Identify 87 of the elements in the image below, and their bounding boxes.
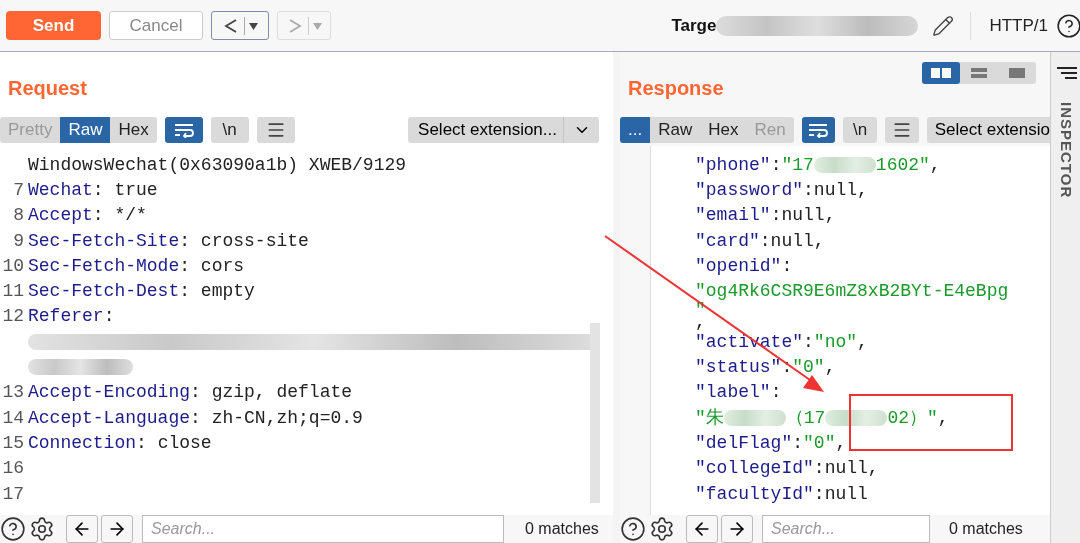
target-label: Targe bbox=[671, 14, 717, 37]
code-line: Referer: bbox=[28, 307, 115, 326]
single-pane-icon bbox=[1008, 67, 1026, 79]
inspector-label[interactable]: INSPECTOR bbox=[1054, 102, 1077, 199]
redaction-blur bbox=[723, 409, 786, 426]
newline-button[interactable]: \n bbox=[843, 117, 877, 143]
caret-icon bbox=[313, 21, 322, 30]
protocol-label[interactable]: HTTP/1 bbox=[989, 12, 1048, 39]
code-text: 02）" bbox=[887, 408, 938, 427]
select-extension-dropdown[interactable]: Select extensio bbox=[926, 117, 1050, 143]
code-line: Wechat: true bbox=[28, 180, 158, 199]
code-line: "og4Rk6CSR9E6mZ8xB2BYt-E4eBpg bbox=[695, 282, 1009, 301]
code-text: "phone" bbox=[695, 155, 771, 174]
help-icon[interactable] bbox=[1056, 12, 1080, 39]
line-number: 9 bbox=[13, 231, 24, 250]
code-line: "openid": bbox=[695, 256, 793, 275]
view-tab[interactable]: Raw bbox=[60, 117, 111, 143]
wrap-lines-button[interactable] bbox=[801, 117, 836, 143]
line-number: 10 bbox=[2, 256, 24, 275]
pane-title: Request bbox=[8, 76, 87, 101]
search-field[interactable]: Search... bbox=[762, 515, 930, 543]
code-line: Accept: */* bbox=[28, 206, 147, 225]
line-number: 15 bbox=[2, 433, 24, 452]
line-number: 17 bbox=[2, 484, 24, 503]
code-text: : bbox=[770, 155, 782, 174]
wrap-icon bbox=[807, 122, 830, 138]
code-line: WindowsWechat(0x63090a1b) XWEB/9129 bbox=[28, 155, 407, 174]
split-columns-icon bbox=[930, 67, 952, 79]
line-number: 13 bbox=[2, 383, 24, 402]
pencil-icon[interactable] bbox=[932, 14, 955, 37]
layout-toggle[interactable] bbox=[922, 62, 960, 84]
code-line: Sec-Fetch-Site: cross-site bbox=[28, 231, 309, 250]
view-tab[interactable]: Raw bbox=[650, 117, 701, 143]
code-line: "label": bbox=[695, 383, 782, 402]
split-rows-icon bbox=[970, 67, 988, 79]
line-number: 16 bbox=[2, 459, 24, 478]
code-line: Accept-Encoding: gzip, deflate bbox=[28, 383, 353, 402]
code-line: Accept-Language: zh-CN,zh;q=0.9 bbox=[28, 408, 363, 427]
line-number: 14 bbox=[2, 408, 24, 427]
code-line: "email":null, bbox=[695, 206, 836, 225]
menu-button[interactable] bbox=[885, 117, 919, 143]
search-field[interactable]: Search... bbox=[142, 515, 504, 543]
view-tab[interactable]: Hex bbox=[700, 117, 747, 143]
code-line: "delFlag":"0", bbox=[695, 433, 847, 452]
caret-icon bbox=[249, 21, 258, 30]
help-icon[interactable] bbox=[0, 516, 26, 542]
line-number: 8 bbox=[13, 206, 24, 225]
inspector-sidebar[interactable]: INSPECTOR bbox=[1050, 52, 1080, 543]
match-count: 0 matches bbox=[949, 519, 1023, 539]
code-line: Connection: close bbox=[28, 433, 212, 452]
code-line: Sec-Fetch-Dest: empty bbox=[28, 282, 255, 301]
line-number: 12 bbox=[2, 307, 24, 326]
lines-icon bbox=[1054, 66, 1077, 80]
previous-match-button[interactable] bbox=[66, 515, 98, 543]
code-text: "17 bbox=[781, 155, 814, 174]
view-tab[interactable]: Hex bbox=[110, 117, 157, 143]
pane-title: Response bbox=[628, 76, 724, 101]
code-line: "facultyId":null bbox=[695, 484, 868, 503]
redaction-blur bbox=[813, 156, 876, 173]
code-line: "collegeId":null, bbox=[695, 459, 879, 478]
code-text: （17 bbox=[785, 408, 826, 427]
line-number: 11 bbox=[2, 282, 24, 301]
previous-match-button[interactable] bbox=[686, 515, 718, 543]
redaction-blur bbox=[825, 409, 888, 426]
back-button[interactable] bbox=[211, 11, 269, 40]
next-match-button[interactable] bbox=[101, 515, 133, 543]
settings-icon[interactable] bbox=[649, 516, 675, 542]
code-line: Sec-Fetch-Mode: cors bbox=[28, 256, 245, 275]
code-text: "朱 bbox=[695, 408, 724, 427]
line-number: 7 bbox=[13, 180, 24, 199]
code-text: 1602" bbox=[875, 155, 930, 174]
view-tab[interactable]: ... bbox=[620, 117, 651, 143]
match-count: 0 matches bbox=[525, 519, 599, 539]
next-match-button[interactable] bbox=[721, 515, 753, 543]
code-text: , bbox=[937, 408, 949, 427]
menu-button[interactable] bbox=[256, 117, 295, 143]
settings-icon[interactable] bbox=[29, 516, 55, 542]
wrap-lines-button[interactable] bbox=[164, 117, 203, 143]
newline-button[interactable]: \n bbox=[210, 117, 249, 143]
code-line: "card":null, bbox=[695, 231, 825, 250]
cancel-button[interactable]: Cancel bbox=[109, 11, 203, 40]
help-icon[interactable] bbox=[620, 516, 646, 542]
select-extension-dropdown[interactable]: Select extension... bbox=[408, 117, 599, 143]
code-text: , bbox=[929, 155, 941, 174]
scrollbar[interactable] bbox=[590, 323, 600, 503]
wrap-icon bbox=[172, 122, 195, 138]
code-line: "password":null, bbox=[695, 180, 868, 199]
